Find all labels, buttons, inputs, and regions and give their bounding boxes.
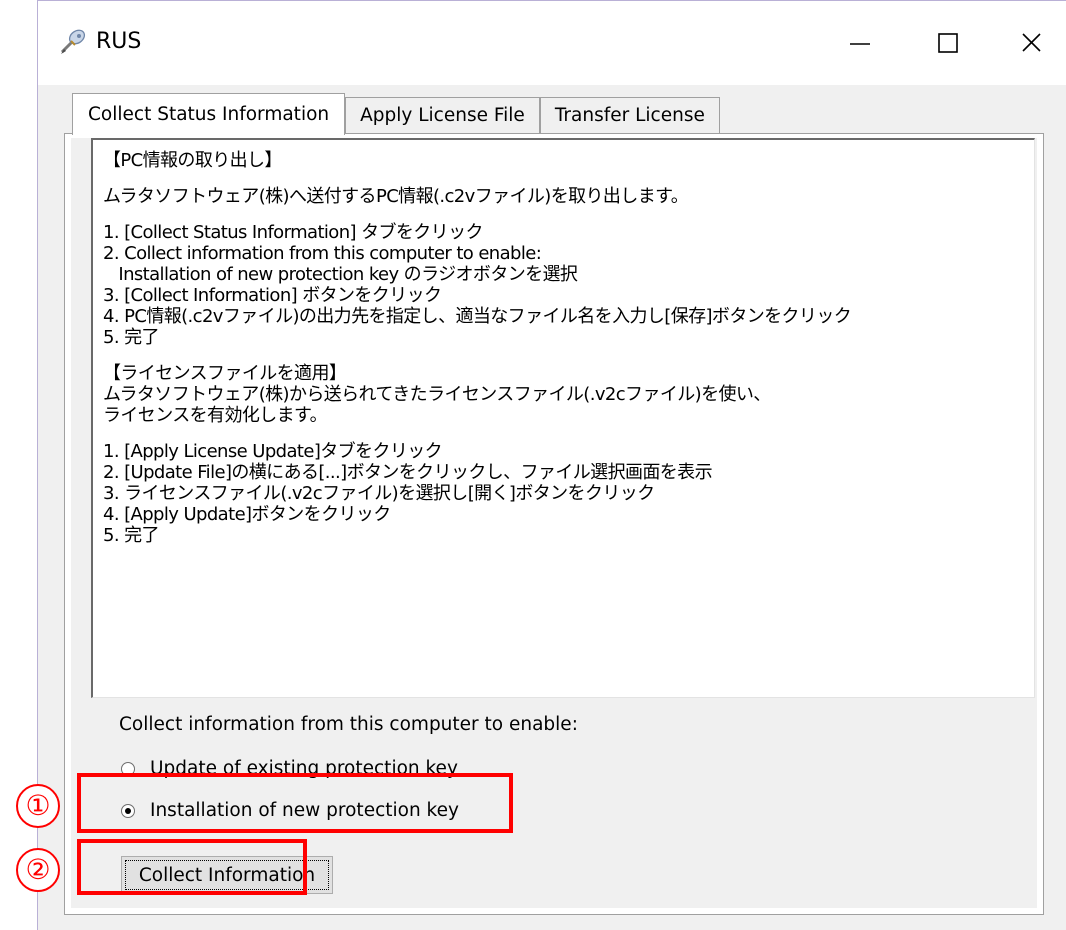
instruction-line: 4. PC情報(.c2vファイル)の出力先を指定し、適当なファイル名を入力し[保… [103, 306, 852, 327]
window-title: RUS [96, 29, 142, 54]
tab-transfer-license[interactable]: Transfer License [539, 97, 720, 133]
maximize-icon[interactable] [928, 23, 968, 63]
instruction-spacer [103, 348, 1026, 363]
tab-strip: Collect Status Information Apply License… [72, 93, 720, 135]
minimize-icon[interactable] [840, 23, 880, 63]
title-bar[interactable]: RUS [38, 1, 1066, 85]
instruction-line: 5. 完了 [103, 327, 160, 348]
highlight-box-1 [77, 773, 513, 833]
instruction-line: 【PC情報の取り出し】 [103, 150, 282, 171]
step-marker-1: ① [16, 784, 60, 828]
instruction-line: 5. 完了 [103, 525, 160, 546]
instruction-line: 1. [Collect Status Information] タブをクリック [103, 222, 483, 243]
instruction-line: Installation of new protection key のラジオボ… [103, 264, 578, 285]
instruction-line: 4. [Apply Update]ボタンをクリック [103, 504, 391, 525]
instruction-line: 【ライセンスファイルを適用】 [103, 363, 347, 384]
tab-collect-status-information[interactable]: Collect Status Information [72, 93, 346, 135]
instruction-line: 2. Collect information from this compute… [103, 243, 542, 264]
key-pen-icon [60, 29, 86, 54]
instruction-spacer [103, 426, 1026, 441]
instruction-line: ライセンスを有効化します。 [103, 405, 328, 426]
step-marker-2: ② [16, 848, 60, 892]
highlight-box-2 [77, 839, 307, 895]
instruction-line: 1. [Apply License Update]タブをクリック [103, 441, 443, 462]
instruction-spacer [103, 207, 1026, 222]
close-icon[interactable] [1011, 23, 1051, 63]
instructions-textbox[interactable]: 【PC情報の取り出し】ムラタソフトウェア(株)へ送付するPC情報(.c2vファイ… [91, 138, 1035, 698]
instruction-line: ムラタソフトウェア(株)へ送付するPC情報(.c2vファイル)を取り出します。 [103, 186, 689, 207]
instructions-text: 【PC情報の取り出し】ムラタソフトウェア(株)へ送付するPC情報(.c2vファイ… [103, 150, 1026, 546]
collect-group-label: Collect information from this computer t… [119, 714, 578, 735]
instruction-spacer [103, 171, 1026, 186]
instruction-line: 3. [Collect Information] ボタンをクリック [103, 285, 442, 306]
instruction-line: 2. [Update File]の横にある[...]ボタンをクリックし、ファイル… [103, 462, 713, 483]
instruction-line: 3. ライセンスファイル(.v2cファイル)を選択し[開く]ボタンをクリック [103, 483, 655, 504]
tab-apply-license-file[interactable]: Apply License File [345, 97, 540, 133]
instruction-line: ムラタソフトウェア(株)から送られてきたライセンスファイル(.v2cファイル)を… [103, 384, 771, 405]
